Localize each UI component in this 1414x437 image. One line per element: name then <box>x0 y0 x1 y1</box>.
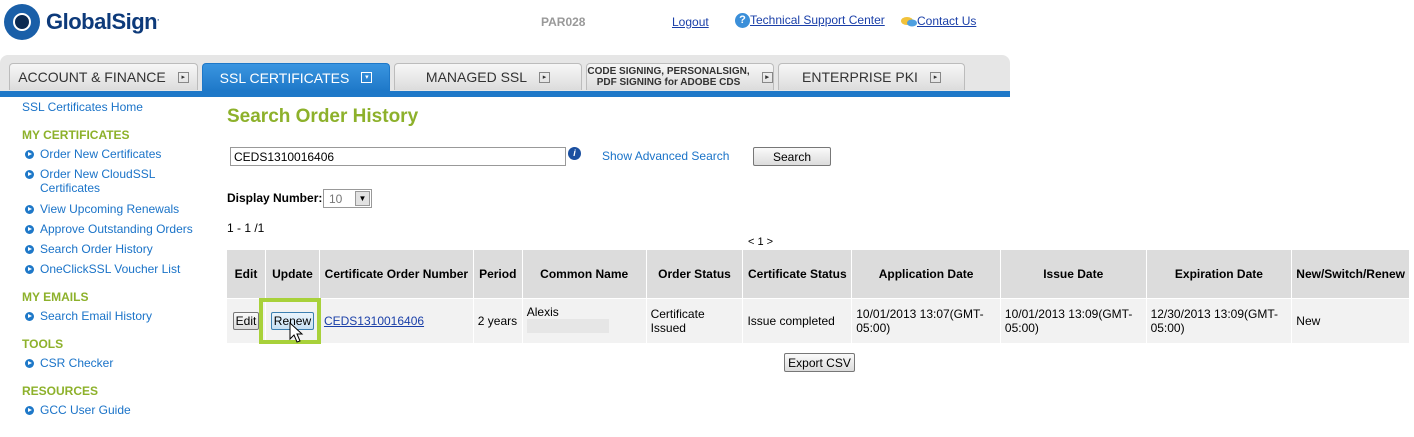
help-icon: ? <box>735 13 750 29</box>
col-header-edit: Edit <box>227 250 266 299</box>
advanced-search-link[interactable]: Show Advanced Search <box>602 149 729 163</box>
bullet-arrow-icon <box>25 265 34 275</box>
col-header-issue-date: Issue Date <box>1000 250 1147 299</box>
tab-account-finance[interactable]: ACCOUNT & FINANCE ▸ <box>9 63 198 90</box>
new-switch-renew-cell: New <box>1291 298 1410 343</box>
tab-arrow-icon: ▸ <box>929 71 941 83</box>
user-id: PAR028 <box>541 15 586 29</box>
common-name-cell: Alexis <box>522 298 647 343</box>
col-header-order-status: Order Status <box>646 250 744 299</box>
pagination[interactable]: < 1 > <box>748 236 773 248</box>
display-number-label: Display Number: <box>227 191 323 205</box>
table-header-row: Edit Update Certificate Order Number Per… <box>227 250 1410 299</box>
brand-name: GlobalSign. <box>46 9 159 34</box>
order-status-cell: Certificate Issued <box>646 298 744 343</box>
tab-arrow-icon: ▸ <box>177 71 189 83</box>
sidebar-heading-tools: TOOLS <box>22 337 64 351</box>
chevron-down-icon: ▼ <box>355 191 370 206</box>
tab-ssl-certificates[interactable]: SSL CERTIFICATES ▾ <box>202 63 390 91</box>
sidebar-item-search-email-history[interactable]: Search Email History <box>25 309 152 323</box>
sidebar-heading-my-emails: MY EMAILS <box>22 290 89 304</box>
sidebar-item-gcc-user-guide[interactable]: GCC User Guide <box>25 403 131 417</box>
col-header-update: Update <box>265 250 320 299</box>
table-row: Edit Renew CEDS1310016406 2 years Alexis… <box>227 298 1410 343</box>
bullet-arrow-icon <box>25 245 34 255</box>
logout-link[interactable]: Logout <box>672 15 709 29</box>
tab-dropdown-icon: ▾ <box>361 72 373 83</box>
bullet-arrow-icon <box>25 205 34 215</box>
mouse-cursor-icon <box>289 322 304 343</box>
tab-arrow-icon: ▸ <box>761 71 773 83</box>
bullet-arrow-icon <box>25 225 34 235</box>
col-header-order-number: Certificate Order Number <box>319 250 474 299</box>
redacted-block <box>526 319 609 333</box>
expiration-date-cell: 12/30/2013 13:09(GMT-05:00) <box>1146 298 1293 343</box>
bullet-arrow-icon <box>25 406 34 416</box>
col-header-new-switch-renew: New/Switch/Renew <box>1291 250 1410 299</box>
order-number-link[interactable]: CEDS1310016406 <box>324 314 424 328</box>
globalsign-logo[interactable]: GlobalSign. <box>4 2 204 42</box>
issue-date-cell: 10/01/2013 13:09(GMT-05:00) <box>1000 298 1147 343</box>
col-header-expiration-date: Expiration Date <box>1146 250 1293 299</box>
period-cell: 2 years <box>473 298 523 343</box>
display-number-value: 10 <box>329 191 343 206</box>
sidebar-item-upcoming-renewals[interactable]: View Upcoming Renewals <box>25 202 179 216</box>
sidebar-item-search-order-history[interactable]: Search Order History <box>25 242 153 256</box>
application-date-cell: 10/01/2013 13:07(GMT-05:00) <box>851 298 1001 343</box>
tab-enterprise-pki[interactable]: ENTERPRISE PKI ▸ <box>778 63 965 90</box>
sidebar-item-order-new[interactable]: Order New Certificates <box>25 147 161 161</box>
common-name-value: Alexis <box>526 305 559 319</box>
col-header-period: Period <box>473 250 523 299</box>
bullet-arrow-icon <box>25 170 34 180</box>
sidebar-heading-my-certificates: MY CERTIFICATES <box>22 128 130 142</box>
col-header-application-date: Application Date <box>851 250 1001 299</box>
sidebar-home-link[interactable]: SSL Certificates Home <box>22 100 143 114</box>
display-number-select[interactable]: 10 ▼ <box>323 189 372 208</box>
tab-arrow-icon: ▸ <box>539 71 551 83</box>
search-input[interactable] <box>230 147 566 166</box>
edit-button[interactable]: Edit <box>232 312 260 330</box>
support-link-group[interactable]: ? Technical Support Center <box>735 13 885 29</box>
col-header-certificate-status: Certificate Status <box>742 250 853 299</box>
contact-link-group[interactable]: Contact Us <box>901 14 976 28</box>
chat-bubbles-icon <box>901 16 917 27</box>
sidebar-item-csr-checker[interactable]: CSR Checker <box>25 356 113 370</box>
sidebar-item-order-cloudssl[interactable]: Order New CloudSSL Certificates <box>25 167 185 195</box>
search-button[interactable]: Search <box>753 147 831 166</box>
bullet-arrow-icon <box>25 312 34 322</box>
tab-managed-ssl[interactable]: MANAGED SSL ▸ <box>394 63 582 90</box>
globalsign-logo-icon <box>4 4 40 40</box>
sidebar-heading-resources: RESOURCES <box>22 384 99 398</box>
export-csv-button[interactable]: Export CSV <box>784 353 855 372</box>
support-link[interactable]: Technical Support Center <box>750 13 885 27</box>
col-header-common-name: Common Name <box>522 250 647 299</box>
page-title: Search Order History <box>227 106 419 127</box>
sidebar-item-oneclickssl[interactable]: OneClickSSL Voucher List <box>25 262 180 276</box>
result-count: 1 - 1 /1 <box>227 221 265 235</box>
bullet-arrow-icon <box>25 150 34 160</box>
tab-bar-underline <box>0 91 1010 97</box>
sidebar-item-approve-orders[interactable]: Approve Outstanding Orders <box>25 222 193 236</box>
tab-code-signing[interactable]: CODE SIGNING, PERSONALSIGN, PDF SIGNING f… <box>586 63 774 90</box>
bullet-arrow-icon <box>25 359 34 369</box>
order-history-table: Edit Update Certificate Order Number Per… <box>227 250 1410 343</box>
certificate-status-cell: Issue completed <box>742 298 853 343</box>
contact-link[interactable]: Contact Us <box>917 14 976 28</box>
info-icon[interactable]: i <box>568 147 581 160</box>
